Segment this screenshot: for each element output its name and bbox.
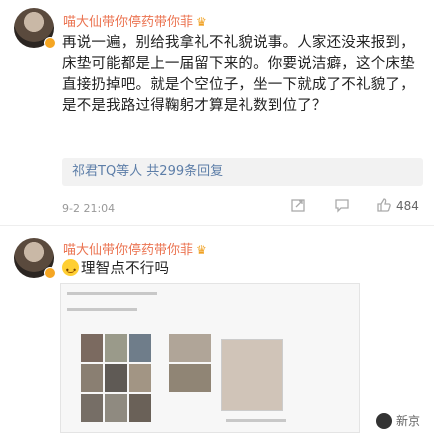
comment-text: 再说一遍，别给我拿礼不礼貌说事。人家还没来报到，床垫可能都是上一届留下来的。你要… [62, 35, 415, 114]
username-text[interactable]: 喵大仙带你停药带你菲 [63, 243, 193, 258]
watermark: 新京 [375, 412, 420, 429]
vip-badge-icon [44, 37, 56, 49]
crown-icon: ♛ [196, 15, 207, 29]
timestamp: 9-2 21:04 [62, 202, 116, 215]
watermark-text: 新京 [395, 414, 420, 428]
comment-item: 喵大仙带你停药带你菲 ♛ 再说一遍，别给我拿礼不礼貌说事。人家还没来报到，床垫可能… [0, 0, 434, 220]
replies-summary-button[interactable]: 祁君TQ等人 共299条回复 [62, 158, 423, 186]
thumbs-up-icon[interactable] [376, 197, 392, 217]
image-attachment[interactable] [60, 283, 360, 433]
comment-text-content: 理智点不行吗 [81, 261, 170, 277]
crown-icon: ♛ [196, 243, 207, 257]
comment-icon[interactable] [334, 197, 350, 217]
grinning-sweat-emoji [62, 259, 79, 281]
share-icon[interactable] [290, 197, 306, 217]
username[interactable]: 喵大仙带你停药带你菲 ♛ [63, 11, 207, 30]
comment-text: 理智点不行吗 [62, 259, 362, 281]
username[interactable]: 喵大仙带你停药带你菲 ♛ [63, 239, 207, 258]
like-count: 484 [396, 199, 419, 213]
replies-summary-text: 祁君TQ等人 共299条回复 [72, 164, 224, 179]
username-text[interactable]: 喵大仙带你停药带你菲 [63, 15, 193, 30]
vip-badge-icon [44, 267, 56, 279]
watermark-logo-icon [375, 412, 392, 429]
